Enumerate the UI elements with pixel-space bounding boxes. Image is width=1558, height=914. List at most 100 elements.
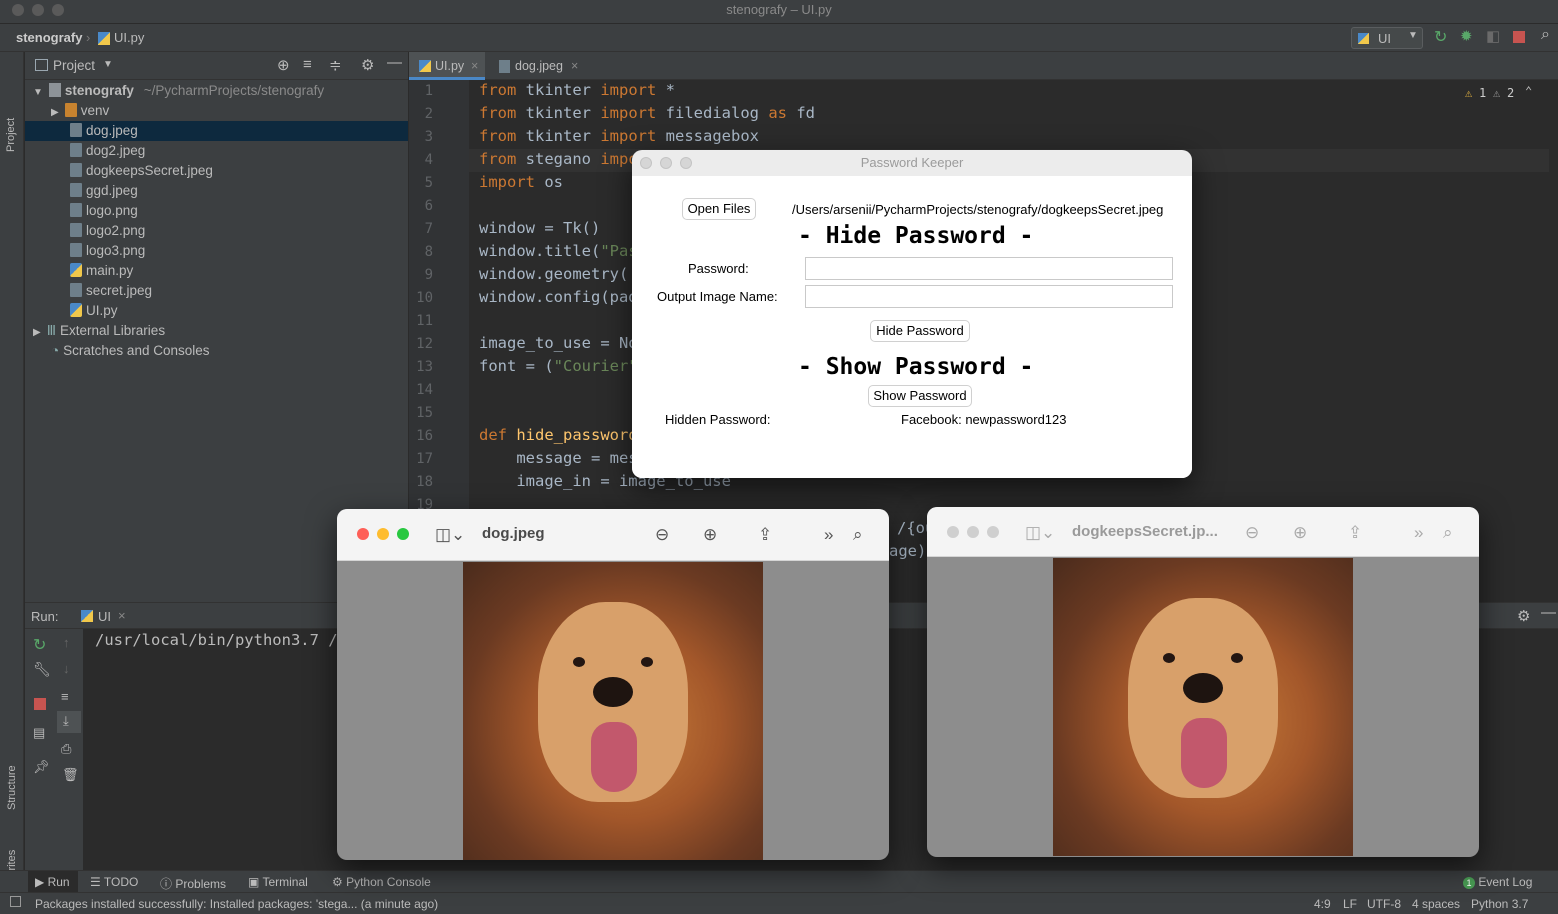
wrench-icon[interactable]: 🔧︎	[33, 661, 51, 678]
arrow-up-icon[interactable]: ↑	[63, 635, 70, 650]
search-icon[interactable]: ⌕	[853, 525, 863, 545]
file-encoding[interactable]: UTF-8	[1367, 897, 1401, 911]
zoom-window-button[interactable]	[987, 526, 999, 538]
open-files-button[interactable]: Open Files	[682, 198, 756, 220]
tree-item[interactable]: ggd.jpeg	[25, 181, 408, 201]
caret-position[interactable]: 4:9	[1314, 897, 1331, 911]
scroll-to-end-icon[interactable]: ⤓	[57, 711, 81, 733]
folder-icon	[64, 103, 77, 117]
tree-root[interactable]: ▼ stenografy ~/PycharmProjects/stenografy	[25, 81, 408, 101]
minimize-window-button[interactable]	[967, 526, 979, 538]
tree-item[interactable]: logo.png	[25, 201, 408, 221]
collapse-all-icon[interactable]: ≑	[329, 56, 342, 74]
share-icon[interactable]: ⇪	[758, 525, 772, 545]
breadcrumb-file[interactable]: UI.py	[114, 30, 144, 45]
tree-external-libraries[interactable]: ▶ Ⅲ External Libraries	[25, 321, 408, 341]
layout-icon[interactable]: ▤	[33, 725, 45, 741]
show-password-button[interactable]: Show Password	[868, 385, 972, 407]
gear-icon[interactable]: ⚙	[1517, 607, 1530, 625]
tab-dog-jpeg[interactable]: dog.jpeg ×	[489, 52, 585, 80]
print-icon[interactable]: ⎙	[61, 741, 71, 757]
zoom-in-icon[interactable]: ⊕	[1293, 523, 1307, 543]
project-panel-title[interactable]: Project	[53, 58, 95, 73]
minimize-window-button[interactable]	[377, 528, 389, 540]
search-icon[interactable]: ⌕	[1443, 523, 1453, 543]
tree-item[interactable]: ▶ venv	[25, 101, 408, 121]
zoom-out-icon[interactable]: ⊖	[1245, 523, 1259, 543]
password-field[interactable]	[805, 257, 1173, 280]
hide-panel-icon[interactable]: —	[1541, 604, 1556, 621]
run-tool-tab[interactable]: ▶ Run	[35, 875, 70, 889]
tree-item[interactable]: main.py	[25, 261, 408, 281]
event-log-tool-tab[interactable]: 1 Event Log	[1463, 875, 1532, 889]
close-window-button[interactable]	[947, 526, 959, 538]
sidebar-icon[interactable]: ◫⌄	[435, 525, 465, 545]
python-console-tool-tab[interactable]: ⚙ Python Console	[332, 875, 431, 889]
tree-item[interactable]: secret.jpeg	[25, 281, 408, 301]
line-separator[interactable]: LF	[1343, 897, 1357, 911]
indent-setting[interactable]: 4 spaces	[1412, 897, 1460, 911]
close-tab-icon[interactable]: ×	[571, 52, 578, 80]
debug-icon[interactable]: ✹	[1460, 27, 1476, 45]
line-number: 9	[424, 267, 433, 283]
zoom-window-button[interactable]	[680, 157, 692, 169]
run-config-select[interactable]: UI ▼	[1351, 27, 1423, 49]
run-tab-label[interactable]: UI	[98, 609, 111, 624]
tab-ui-py[interactable]: UI.py ×	[409, 52, 485, 80]
status-message[interactable]: Packages installed successfully: Install…	[35, 897, 438, 911]
output-image-name-field[interactable]	[805, 285, 1173, 308]
weak-warning-icon[interactable]: ⚠	[1493, 86, 1500, 100]
close-window-button[interactable]	[357, 528, 369, 540]
problems-tool-tab[interactable]: ⓘ Problems	[160, 875, 226, 892]
trash-icon[interactable]: 🗑︎	[62, 767, 79, 783]
search-icon[interactable]: ⌕	[1541, 26, 1557, 43]
project-tool-tab[interactable]: Project	[5, 118, 17, 152]
share-icon[interactable]: ⇪	[1348, 523, 1362, 543]
minimize-window-button[interactable]	[660, 157, 672, 169]
close-window-button[interactable]	[640, 157, 652, 169]
more-icon[interactable]: »	[1414, 523, 1423, 543]
minimize-window-button[interactable]	[32, 4, 44, 16]
tree-item[interactable]: logo3.png	[25, 241, 408, 261]
python-file-icon	[70, 263, 82, 277]
more-icon[interactable]: »	[824, 525, 833, 545]
structure-tool-tab[interactable]: Structure	[6, 765, 18, 810]
chevron-down-icon[interactable]: ▼	[103, 59, 113, 70]
warning-icon[interactable]: ⚠	[1465, 86, 1472, 100]
password-keeper-body: Open Files /Users/arsenii/PycharmProject…	[632, 176, 1192, 478]
arrow-down-icon[interactable]: ↓	[63, 661, 70, 676]
python-interpreter[interactable]: Python 3.7	[1471, 897, 1528, 911]
close-run-tab-icon[interactable]: ×	[118, 608, 126, 623]
pin-icon[interactable]: 📌︎	[33, 759, 50, 775]
terminal-tool-tab[interactable]: ▣ Terminal	[248, 875, 308, 889]
locate-icon[interactable]: ⊕	[277, 56, 290, 74]
expand-all-icon[interactable]: ≡	[303, 56, 312, 73]
tree-item[interactable]: UI.py	[25, 301, 408, 321]
rerun-icon[interactable]: ↻	[33, 635, 46, 655]
close-tab-icon[interactable]: ×	[471, 52, 478, 80]
zoom-in-icon[interactable]: ⊕	[703, 525, 717, 545]
zoom-window-button[interactable]	[52, 4, 64, 16]
stop-icon[interactable]	[1513, 31, 1525, 43]
hide-panel-icon[interactable]: —	[387, 54, 402, 71]
zoom-out-icon[interactable]: ⊖	[655, 525, 669, 545]
zoom-window-button[interactable]	[397, 528, 409, 540]
tree-item[interactable]: dog.jpeg	[25, 121, 408, 141]
tree-scratches[interactable]: ◔ Scratches and Consoles	[25, 341, 408, 361]
chevron-up-icon[interactable]: ⌃	[1525, 84, 1532, 98]
hide-password-button[interactable]: Hide Password	[870, 320, 970, 342]
tree-item[interactable]: logo2.png	[25, 221, 408, 241]
stop-icon[interactable]	[34, 698, 46, 710]
rerun-icon[interactable]: ↻	[1434, 27, 1450, 46]
close-window-button[interactable]	[12, 4, 24, 16]
tree-item[interactable]: dog2.jpeg	[25, 141, 408, 161]
sidebar-icon[interactable]: ◫⌄	[1025, 523, 1055, 543]
breadcrumb-project[interactable]: stenografy	[16, 30, 82, 45]
todo-tool-tab[interactable]: ☰ TODO	[90, 875, 138, 889]
toggle-tool-windows-icon[interactable]	[10, 896, 21, 907]
tree-item[interactable]: dogkeepsSecret.jpeg	[25, 161, 408, 181]
coverage-icon[interactable]: ◧	[1486, 27, 1502, 45]
gear-icon[interactable]: ⚙	[361, 56, 374, 74]
dog-eye	[1163, 653, 1175, 663]
soft-wrap-icon[interactable]: ≡	[61, 689, 69, 704]
